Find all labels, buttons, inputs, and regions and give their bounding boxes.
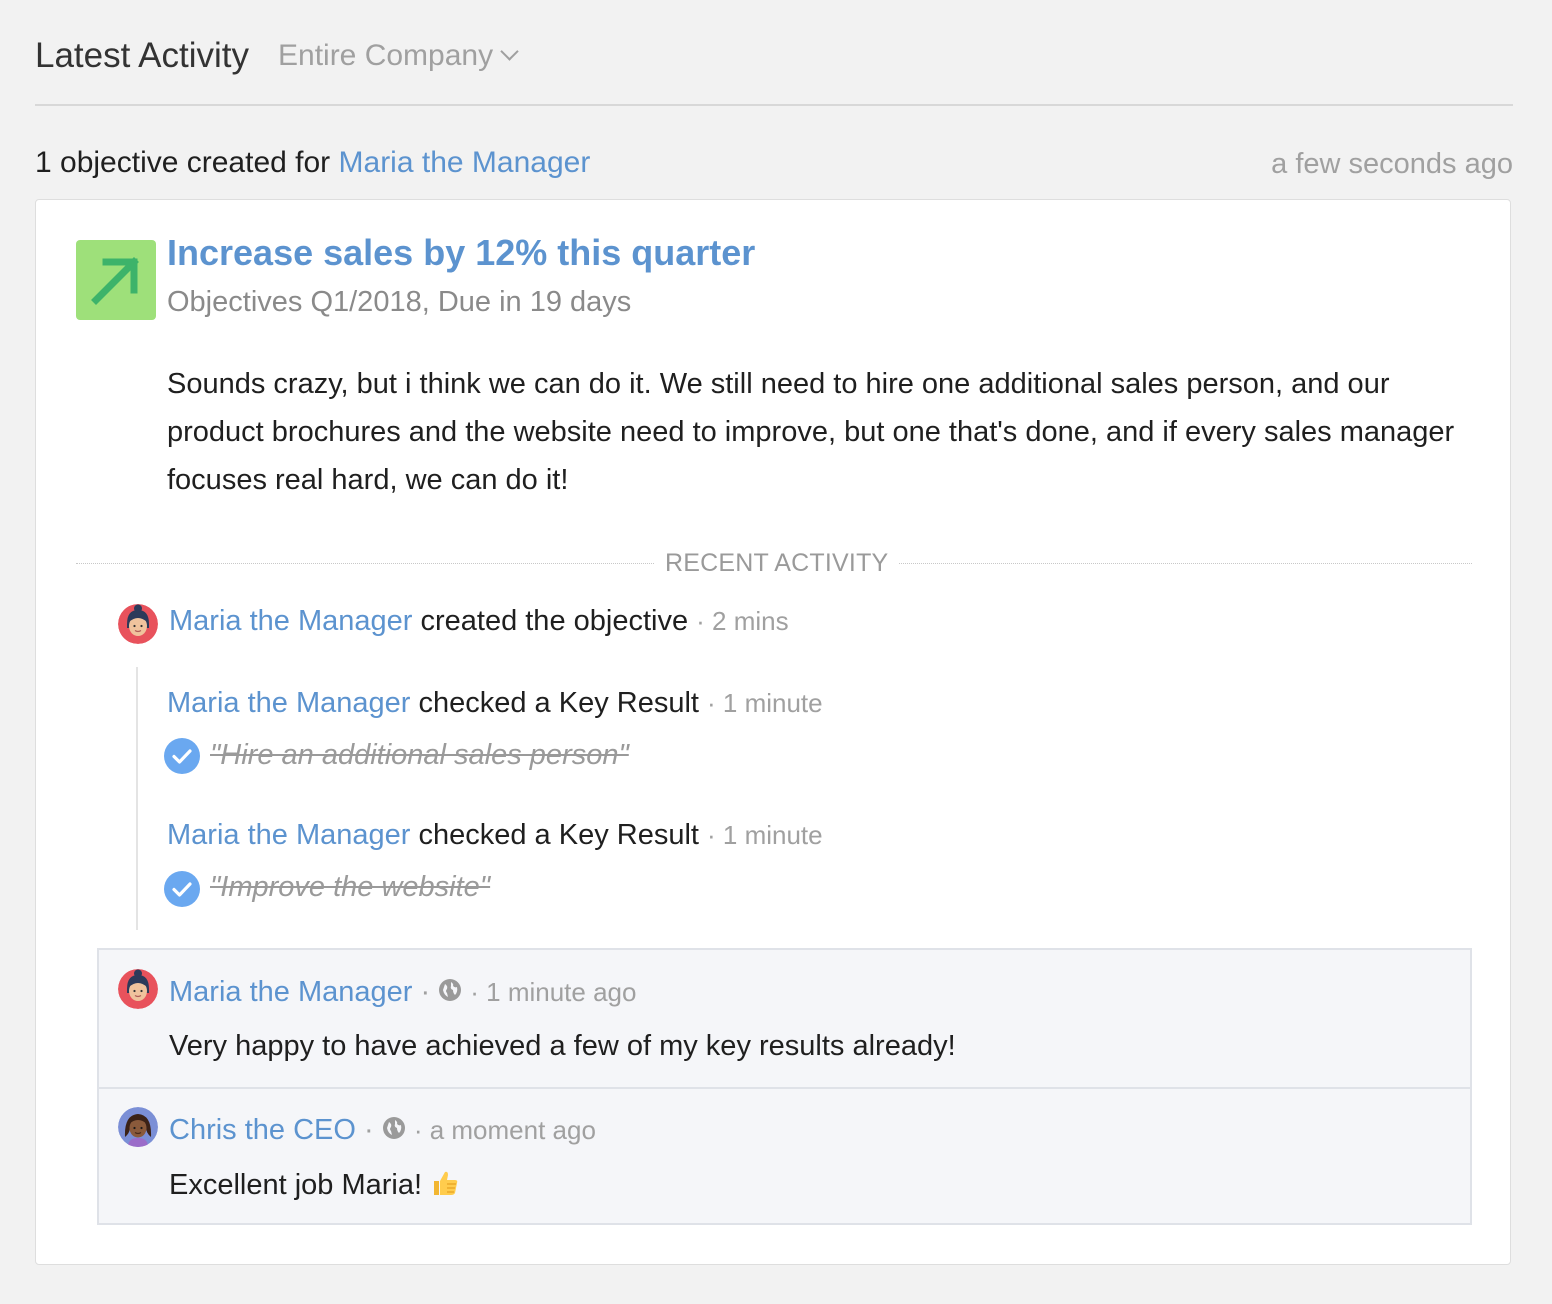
activity-user-link[interactable]: Maria the Manager [339,146,591,179]
activity-time: · 1 minute [707,688,823,718]
activity-time: · 2 mins [696,606,789,636]
header: Latest Activity Entire Company [35,34,1513,106]
page-title: Latest Activity [35,36,249,75]
activity-created: Maria the Manager created the objective … [169,605,789,638]
check-circle-icon [164,738,200,774]
activity-action: checked a Key Result [418,687,699,719]
objective-title[interactable]: Increase sales by 12% this quarter [167,232,755,274]
key-result-text: "Hire an additional sales person" [210,739,629,771]
activity-summary: 1 objective created for Maria the Manage… [35,146,1513,186]
separator: · [364,1114,374,1146]
page: Latest Activity Entire Company 1 objecti… [0,0,1552,1304]
user-link[interactable]: Maria the Manager [169,605,412,637]
comment-body: Excellent job Maria! [169,1168,460,1206]
arrow-up-right-icon [76,240,156,320]
scope-dropdown-label: Entire Company [278,39,494,72]
scope-dropdown[interactable]: Entire Company [278,39,519,73]
activity-action: created the objective [420,605,689,637]
comments-panel: Maria the Manager · · 1 minute ago Very … [97,948,1472,1225]
comment-header: Chris the CEO · · a moment ago [169,1114,596,1148]
thread-line [136,667,138,930]
comment-text: Very happy to have achieved a few of my … [169,1030,956,1062]
comment-header: Maria the Manager · · 1 minute ago [169,976,636,1010]
avatar[interactable] [118,604,158,644]
check-circle-icon [164,871,200,907]
user-link[interactable]: Maria the Manager [167,687,410,719]
globe-icon [438,977,462,1010]
activity-time: · 1 minute [707,820,823,850]
activity-summary-text: 1 objective created for [35,146,331,179]
activity-timestamp: a few seconds ago [1271,148,1513,180]
activity-check: Maria the Manager checked a Key Result ·… [167,687,823,720]
user-link[interactable]: Maria the Manager [169,976,412,1008]
activity-action: checked a Key Result [418,819,699,851]
key-result-text: "Improve the website" [210,871,491,903]
avatar[interactable] [118,1107,158,1147]
objective-card: Increase sales by 12% this quarter Objec… [35,199,1511,1265]
comment-time: · 1 minute ago [470,977,637,1007]
comment-text: Excellent job Maria! [169,1169,423,1201]
chevron-down-icon [500,41,519,61]
user-link[interactable]: Chris the CEO [169,1114,356,1146]
avatar[interactable] [118,969,158,1009]
activity-check: Maria the Manager checked a Key Result ·… [167,819,823,852]
user-link[interactable]: Maria the Manager [167,819,410,851]
comment-time: · a moment ago [413,1115,596,1145]
thumbs-up-icon [430,1168,460,1206]
globe-icon [382,1115,406,1148]
comment-divider [99,1087,1470,1089]
objective-description: Sounds crazy, but i think we can do it. … [167,368,1455,496]
separator: · [420,976,431,1008]
recent-activity-heading: RECENT ACTIVITY [655,549,899,578]
objective-subtitle: Objectives Q1/2018, Due in 19 days [167,286,632,318]
